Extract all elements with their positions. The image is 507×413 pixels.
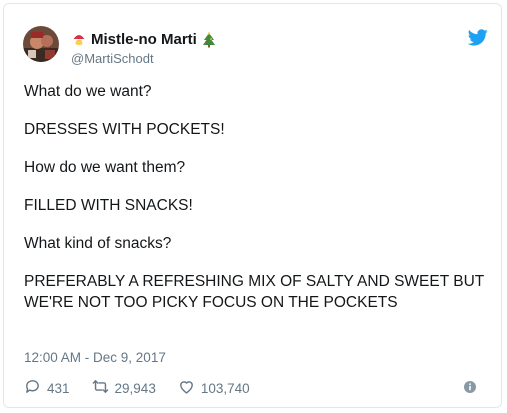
display-name[interactable]: Mistle-no Marti: [91, 31, 197, 48]
like-button[interactable]: 103,740: [178, 378, 250, 398]
twitter-bird-icon[interactable]: [467, 29, 488, 46]
tweet-line: What kind of snacks?: [24, 235, 172, 252]
reply-icon: [24, 378, 41, 398]
tweet-text: What do we want? DRESSES WITH POCKETS! H…: [24, 81, 494, 313]
tweet-timestamp[interactable]: 12:00 AM - Dec 9, 2017: [24, 350, 166, 365]
santa-emoji-icon: [71, 32, 87, 48]
retweet-icon: [92, 378, 109, 398]
retweet-button[interactable]: 29,943: [92, 378, 156, 398]
avatar[interactable]: [23, 26, 59, 62]
info-icon[interactable]: [464, 380, 476, 393]
reply-count: 431: [47, 380, 70, 396]
author-name-row[interactable]: Mistle-no Marti: [71, 31, 217, 48]
reply-button[interactable]: 431: [24, 378, 70, 398]
tweet-line: What do we want?: [24, 83, 152, 100]
author-handle[interactable]: @MartiSchodt: [71, 51, 154, 66]
tweet-actions: 431 29,943 103,740: [24, 378, 272, 398]
tweet-card: Mistle-no Marti @MartiSchodt What do we …: [3, 3, 502, 408]
tweet-line: DRESSES WITH POCKETS!: [24, 121, 225, 138]
heart-icon: [178, 378, 195, 398]
christmas-tree-emoji-icon: [201, 31, 217, 48]
tweet-line: FILLED WITH SNACKS!: [24, 197, 193, 214]
tweet-line: PREFERABLY A REFRESHING MIX OF SALTY AND…: [24, 273, 484, 311]
retweet-count: 29,943: [114, 380, 156, 396]
like-count: 103,740: [200, 380, 250, 396]
tweet-line: How do we want them?: [24, 159, 186, 176]
